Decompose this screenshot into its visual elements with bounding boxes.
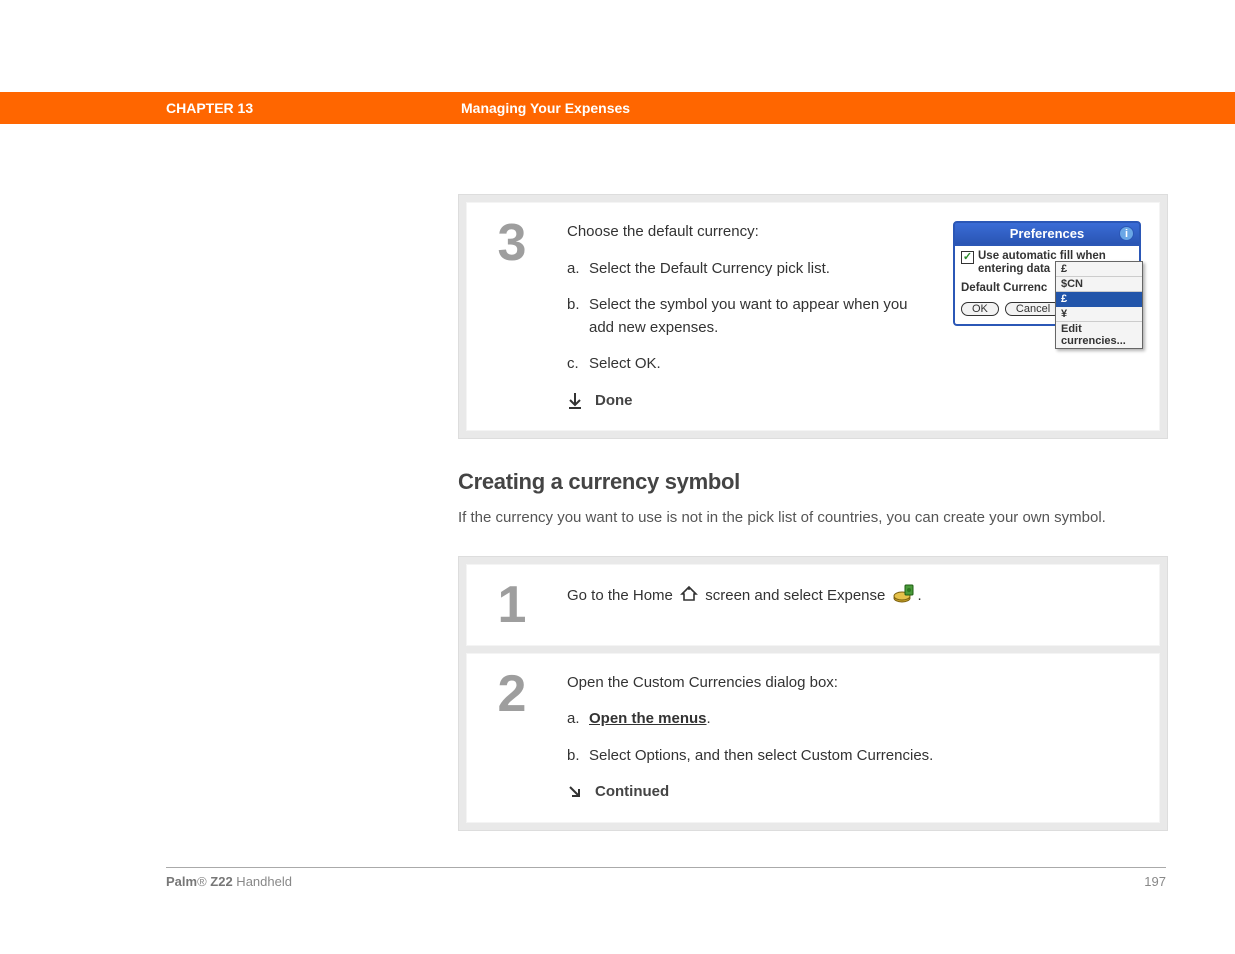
cancel-button[interactable]: Cancel <box>1005 302 1061 316</box>
page-number: 197 <box>1144 874 1166 889</box>
picklist-item-cad[interactable]: $CN <box>1056 277 1142 292</box>
default-currency-label: Default Currenc <box>961 282 1047 294</box>
info-icon[interactable]: i <box>1119 226 1134 241</box>
picklist-item-gbp[interactable]: £ <box>1056 262 1142 277</box>
picklist-item-gbp2[interactable]: £ <box>1056 292 1142 307</box>
step-3c: c. Select OK. <box>567 353 925 376</box>
step-3b: b. Select the symbol you want to appear … <box>567 294 925 339</box>
step-2-intro: Open the Custom Currencies dialog box: <box>567 672 1141 695</box>
chapter-title: Managing Your Expenses <box>461 100 630 116</box>
footer-brand: Palm® Z22 Handheld <box>166 874 292 889</box>
step-3a: a. Select the Default Currency pick list… <box>567 258 925 281</box>
checkbox-checked-icon[interactable]: ✓ <box>961 251 974 264</box>
page-footer: Palm® Z22 Handheld 197 <box>166 867 1166 889</box>
ok-button[interactable]: OK <box>961 302 999 316</box>
step-2-number: 2 <box>467 654 557 822</box>
chapter-number: CHAPTER 13 <box>166 100 461 116</box>
open-the-menus-link[interactable]: Open the menus <box>589 710 707 727</box>
done-arrow-icon <box>567 392 583 410</box>
step-3-intro: Choose the default currency: <box>567 221 925 244</box>
picklist-item-jpy[interactable]: ¥ <box>1056 307 1142 322</box>
preferences-dialog: Preferences i ✓ Use automatic fill when … <box>953 221 1141 412</box>
expense-icon <box>893 583 915 611</box>
done-indicator: Done <box>567 390 925 413</box>
step-3-number: 3 <box>467 203 557 430</box>
step-2b: b. Select Options, and then select Custo… <box>567 745 1141 768</box>
home-icon <box>680 585 698 611</box>
picklist-item-edit[interactable]: Edit currencies... <box>1056 322 1142 348</box>
section-heading: Creating a currency symbol <box>458 469 1168 495</box>
step-1-text: Go to the Home screen and select Expense <box>567 583 1141 611</box>
steps-1-2-box: 1 Go to the Home screen and select Expen… <box>458 556 1168 831</box>
step-1-number: 1 <box>467 565 557 645</box>
step-2a: a. Open the menus. <box>567 708 1141 731</box>
continued-arrow-icon <box>567 784 583 800</box>
preferences-titlebar: Preferences i <box>953 221 1141 246</box>
currency-picklist[interactable]: £ $CN £ ¥ Edit currencies... <box>1055 261 1143 349</box>
chapter-header: CHAPTER 13 Managing Your Expenses <box>0 92 1235 124</box>
section-paragraph: If the currency you want to use is not i… <box>458 507 1168 530</box>
step-3-box: 3 Choose the default currency: a. Select… <box>458 194 1168 439</box>
continued-indicator: Continued <box>567 781 1141 804</box>
